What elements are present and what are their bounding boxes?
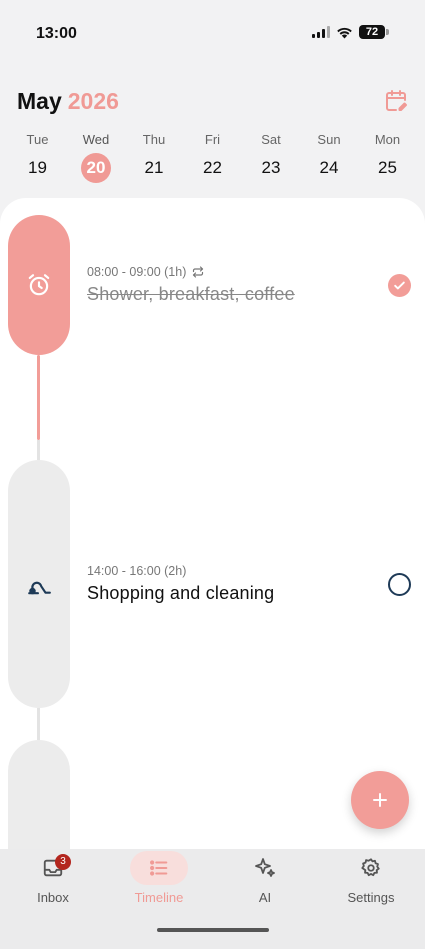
task-time: 14:00 - 16:00 (2h) xyxy=(87,564,187,578)
day-tue[interactable]: Tue 19 xyxy=(10,130,66,183)
week-strip: Tue 19 Wed 20 Thu 21 Fri 22 Sat 23 Sun 2… xyxy=(0,130,425,190)
list-icon xyxy=(150,860,168,876)
task-title: Shower, breakfast, coffee xyxy=(87,284,295,304)
plus-icon xyxy=(373,793,387,807)
nav-label: Settings xyxy=(347,890,395,905)
battery-level: 72 xyxy=(359,25,385,39)
timeline-connector xyxy=(37,440,40,460)
day-name: Sat xyxy=(261,132,281,147)
month-label: May xyxy=(17,88,62,114)
day-name: Tue xyxy=(26,132,49,147)
day-number-selected: 20 xyxy=(81,153,111,183)
day-wed[interactable]: Wed 20 xyxy=(68,130,124,183)
timeline: 08:00 - 09:00 (1h) Shower, breakfast, co… xyxy=(0,198,425,849)
day-name: Fri xyxy=(204,132,221,147)
calendar-edit-icon[interactable] xyxy=(384,89,408,113)
task-time: 08:00 - 09:00 (1h) xyxy=(87,265,295,279)
inbox-badge: 3 xyxy=(55,854,71,870)
day-sat[interactable]: Sat 23 xyxy=(243,130,299,183)
status-icons: 72 xyxy=(312,24,389,40)
task-pill[interactable] xyxy=(8,740,70,849)
task-pill[interactable] xyxy=(8,460,70,708)
day-number: 23 xyxy=(261,158,281,177)
task-checkbox[interactable] xyxy=(388,573,411,596)
battery-icon: 72 xyxy=(359,24,389,40)
day-name: Sun xyxy=(317,132,341,147)
timeline-connector xyxy=(37,355,40,440)
day-name: Mon xyxy=(374,132,401,147)
bottom-nav: 3 Inbox Timeline AI Settings xyxy=(0,849,425,949)
add-task-button[interactable] xyxy=(351,771,409,829)
year-label: 2026 xyxy=(67,88,119,114)
month-title[interactable]: May 2026 xyxy=(17,88,119,115)
checkmark-icon xyxy=(394,281,405,290)
nav-label: AI xyxy=(258,890,272,905)
nav-label: Timeline xyxy=(134,890,184,905)
task-item[interactable]: 08:00 - 09:00 (1h) Shower, breakfast, co… xyxy=(87,265,295,305)
day-sun[interactable]: Sun 24 xyxy=(301,130,357,183)
status-bar: 13:00 72 xyxy=(0,0,425,66)
nav-label: Inbox xyxy=(37,890,69,905)
day-number: 21 xyxy=(144,158,164,177)
nav-ai[interactable]: AI xyxy=(212,849,318,905)
day-fri[interactable]: Fri 22 xyxy=(185,130,241,183)
wifi-icon xyxy=(337,27,352,38)
day-mon[interactable]: Mon 25 xyxy=(360,130,416,183)
cellular-signal-icon xyxy=(312,26,330,38)
repeat-icon xyxy=(193,266,204,278)
day-number: 25 xyxy=(378,158,397,177)
task-pill-done[interactable] xyxy=(8,215,70,355)
day-number: 24 xyxy=(319,158,339,177)
timeline-connector xyxy=(37,708,40,740)
vacuum-cleaner-icon xyxy=(28,581,51,595)
day-number: 19 xyxy=(28,158,47,177)
day-thu[interactable]: Thu 21 xyxy=(126,130,182,183)
day-number: 22 xyxy=(203,158,222,177)
gear-icon xyxy=(361,858,380,877)
nav-timeline[interactable]: Timeline xyxy=(106,849,212,905)
home-indicator[interactable] xyxy=(157,928,269,932)
nav-inbox[interactable]: 3 Inbox xyxy=(0,849,106,905)
day-name: Thu xyxy=(142,132,166,147)
status-time: 13:00 xyxy=(36,25,77,42)
task-item[interactable]: 14:00 - 16:00 (2h) Shopping and cleaning xyxy=(87,564,274,604)
sparkles-icon xyxy=(255,858,275,877)
day-name: Wed xyxy=(82,132,110,147)
task-checkbox-checked[interactable] xyxy=(388,274,411,297)
header: May 2026 xyxy=(0,80,425,124)
alarm-clock-icon xyxy=(28,274,50,296)
nav-settings[interactable]: Settings xyxy=(318,849,424,905)
task-title: Shopping and cleaning xyxy=(87,583,275,603)
